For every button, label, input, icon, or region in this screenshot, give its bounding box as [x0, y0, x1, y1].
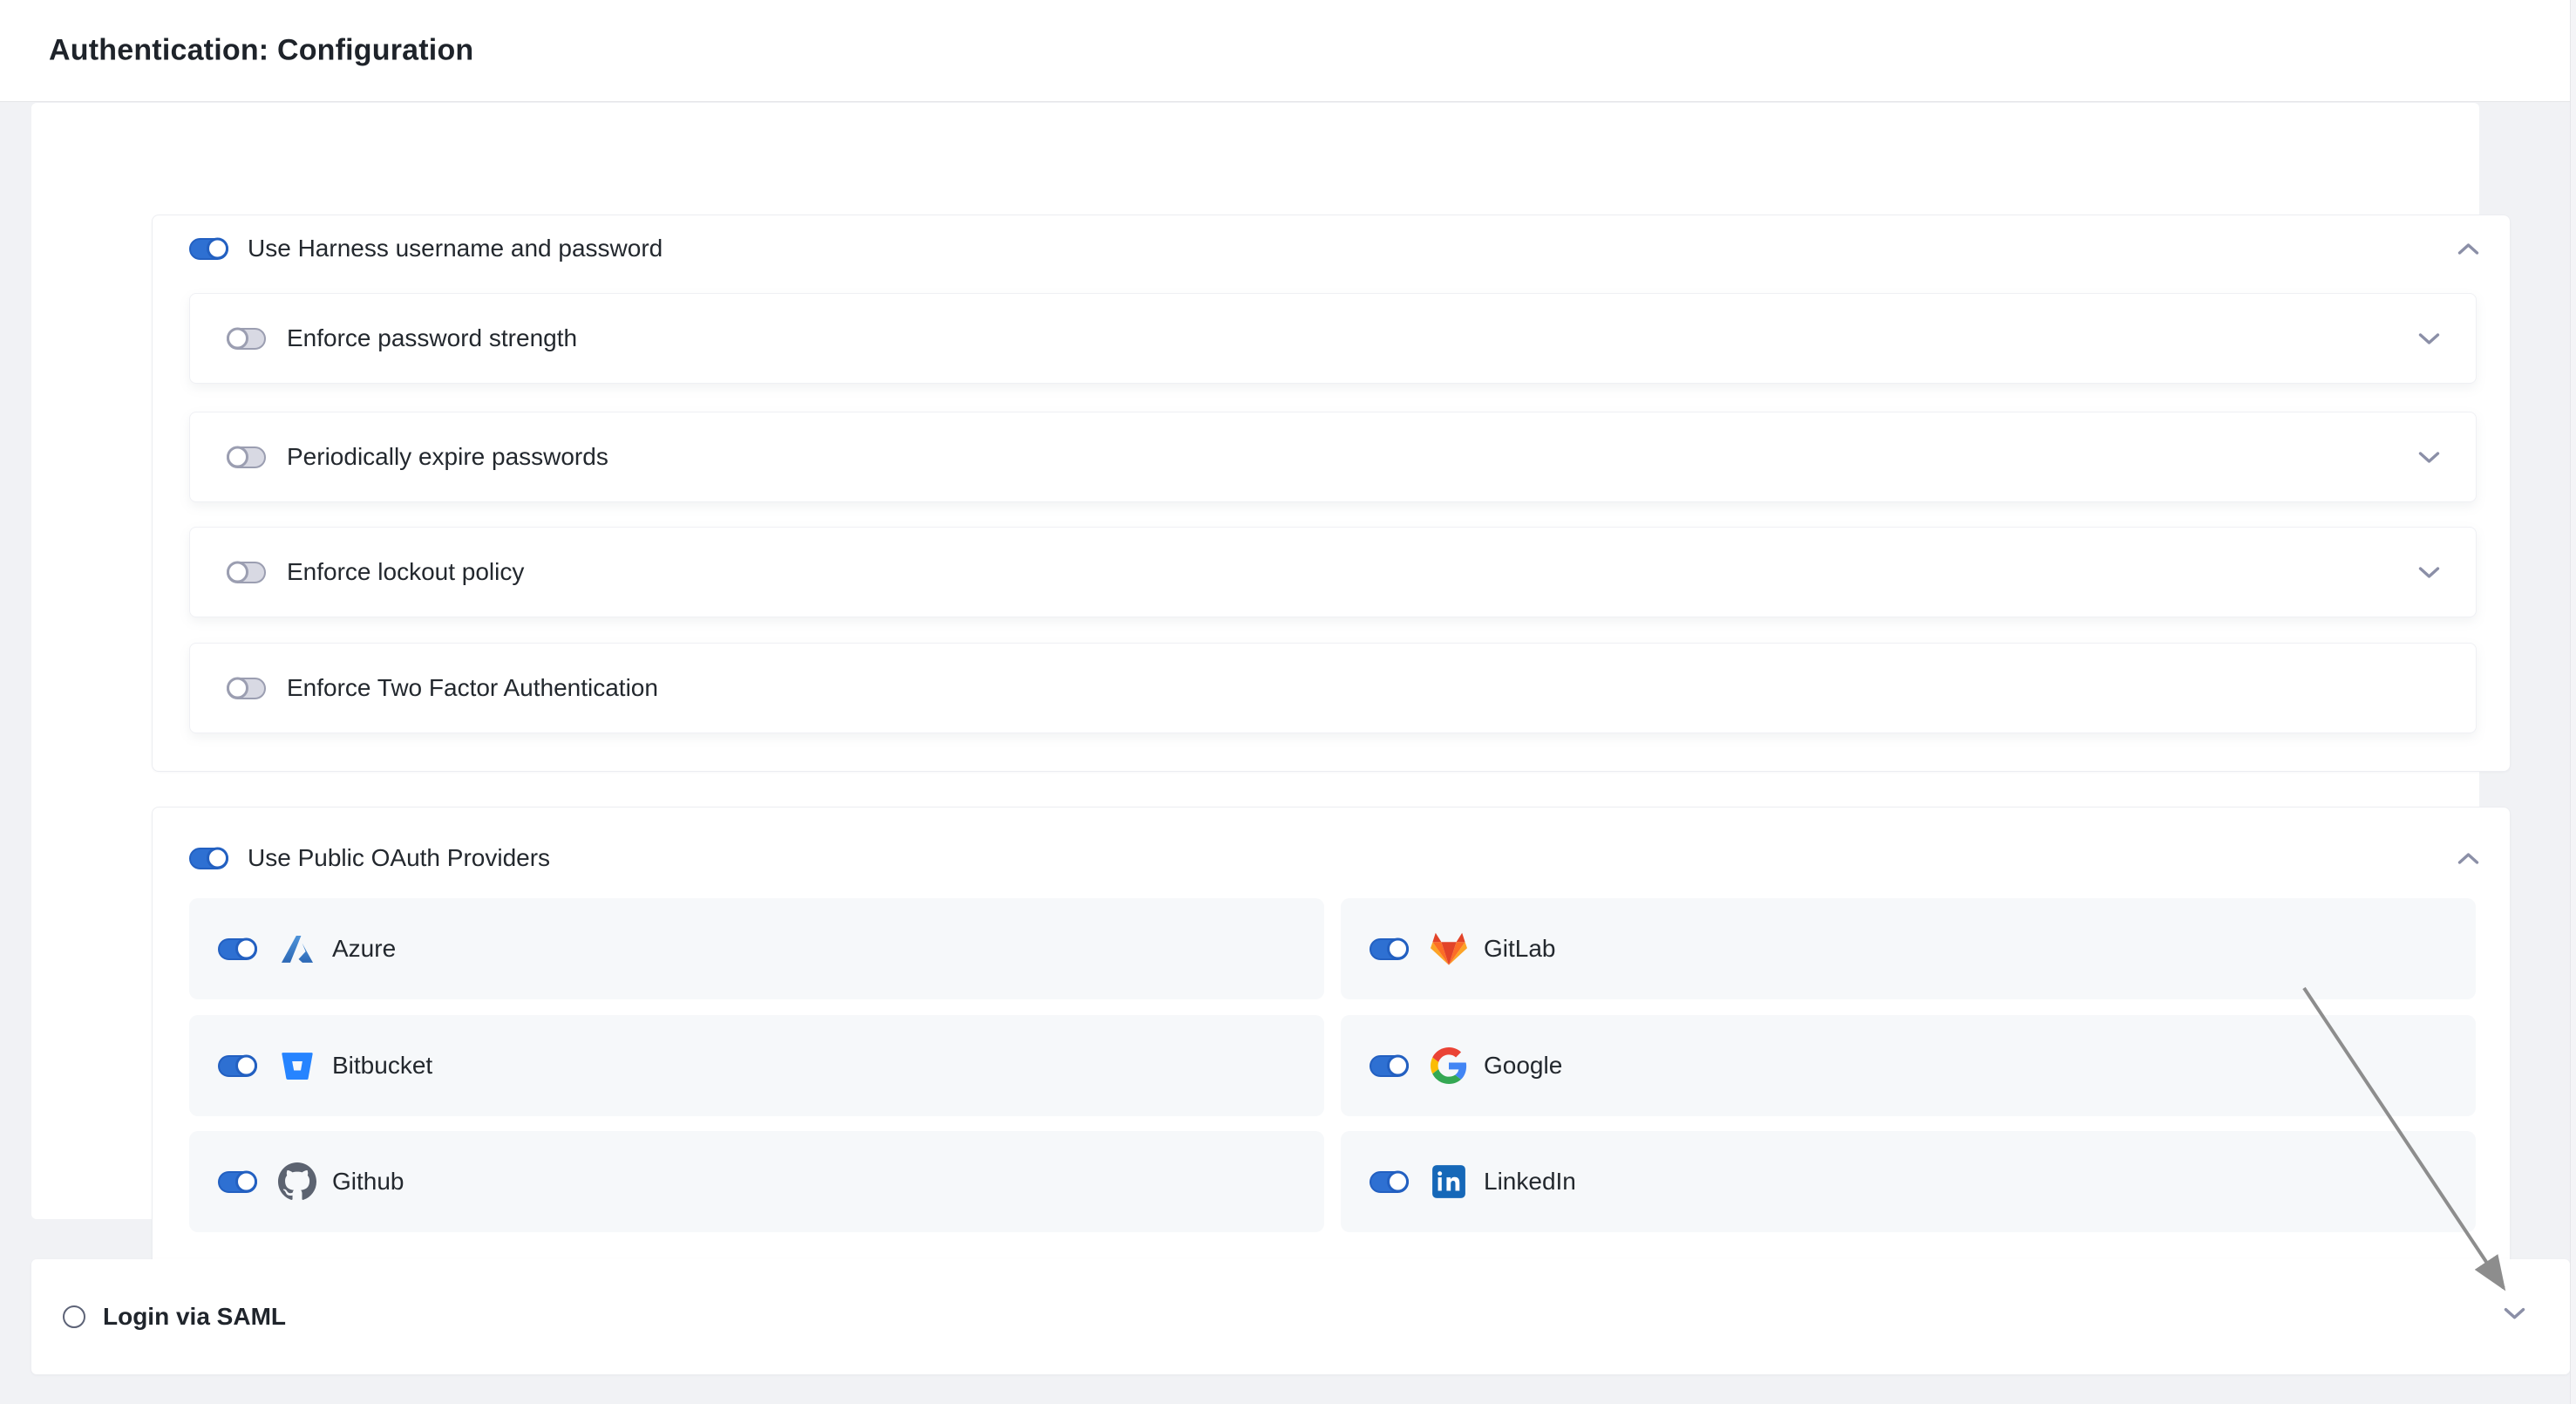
provider-label: Bitbucket [332, 1052, 432, 1080]
harness-login-toggle[interactable] [189, 238, 228, 260]
password-expiry-expand-button[interactable] [2411, 441, 2446, 473]
toggle-knob [207, 848, 228, 869]
page-header: Authentication: Configuration [0, 0, 2576, 102]
provider-row-bitbucket: Bitbucket [189, 1015, 1324, 1116]
oauth-header: Use Public OAuth Providers [189, 836, 550, 880]
two-factor-label: Enforce Two Factor Authentication [287, 674, 658, 702]
two-factor-toggle[interactable] [227, 678, 266, 699]
lockout-policy-expand-button[interactable] [2411, 556, 2446, 588]
provider-row-azure: Azure [189, 898, 1324, 999]
provider-label: Google [1484, 1052, 1562, 1080]
linkedin-toggle[interactable] [1370, 1171, 1409, 1193]
toggle-knob [235, 1055, 257, 1077]
toggle-knob [227, 446, 248, 468]
toggle-knob [207, 238, 228, 260]
harness-login-header: Use Harness username and password [189, 227, 663, 270]
provider-row-github: Github [189, 1131, 1324, 1232]
provider-label: LinkedIn [1484, 1168, 1576, 1196]
azure-icon [276, 928, 318, 970]
password-expiry-toggle[interactable] [227, 446, 266, 468]
chevron-down-icon [2417, 565, 2441, 580]
github-toggle[interactable] [218, 1171, 257, 1193]
lockout-policy-label: Enforce lockout policy [287, 558, 524, 586]
toggle-knob [227, 678, 248, 699]
chevron-down-icon [2503, 1305, 2526, 1320]
two-factor-row: Enforce Two Factor Authentication [189, 643, 2477, 733]
password-expiry-row: Periodically expire passwords [189, 412, 2477, 502]
google-icon [1428, 1045, 1470, 1087]
page-title: Authentication: Configuration [49, 34, 473, 68]
saml-login-section: Login via SAML [31, 1259, 2570, 1374]
toggle-knob [227, 562, 248, 583]
provider-label: Github [332, 1168, 404, 1196]
bitbucket-icon [276, 1045, 318, 1087]
oauth-providers-section: Use Public OAuth Providers Azur [152, 807, 2511, 1271]
toggle-knob [1387, 1055, 1409, 1077]
chevron-down-icon [2417, 331, 2441, 346]
chevron-up-icon [2457, 242, 2480, 256]
harness-login-label: Use Harness username and password [248, 235, 663, 262]
gitlab-toggle[interactable] [1370, 938, 1409, 960]
oauth-label: Use Public OAuth Providers [248, 844, 550, 872]
password-strength-toggle[interactable] [227, 328, 266, 350]
bitbucket-toggle[interactable] [218, 1055, 257, 1077]
saml-expand-button[interactable] [2497, 1298, 2532, 1329]
password-expiry-label: Periodically expire passwords [287, 443, 608, 471]
toggle-knob [1387, 1171, 1409, 1193]
toggle-knob [227, 328, 248, 350]
harness-collapse-button[interactable] [2450, 233, 2485, 264]
lockout-policy-row: Enforce lockout policy [189, 527, 2477, 617]
saml-label: Login via SAML [103, 1303, 286, 1331]
provider-label: Azure [332, 935, 396, 963]
harness-login-section: Use Harness username and password Enforc… [152, 215, 2511, 772]
page-scrollbar[interactable] [2570, 0, 2576, 1404]
linkedin-icon [1428, 1161, 1470, 1203]
chevron-up-icon [2457, 851, 2480, 866]
provider-label: GitLab [1484, 935, 1556, 963]
password-strength-expand-button[interactable] [2411, 323, 2446, 354]
password-strength-label: Enforce password strength [287, 324, 577, 352]
oauth-toggle[interactable] [189, 848, 228, 869]
oauth-collapse-button[interactable] [2450, 842, 2485, 874]
password-strength-row: Enforce password strength [189, 293, 2477, 384]
provider-row-gitlab: GitLab [1341, 898, 2476, 999]
lockout-policy-toggle[interactable] [227, 562, 266, 583]
google-toggle[interactable] [1370, 1055, 1409, 1077]
auth-settings-panel: Use Harness username and password Enforc… [31, 103, 2479, 1219]
chevron-down-icon [2417, 450, 2441, 465]
authentication-configuration-page: Authentication: Configuration Use Harnes… [0, 0, 2576, 1404]
toggle-knob [235, 938, 257, 960]
github-icon [276, 1161, 318, 1203]
toggle-knob [1387, 938, 1409, 960]
gitlab-icon [1428, 928, 1470, 970]
provider-row-google: Google [1341, 1015, 2476, 1116]
provider-row-linkedin: LinkedIn [1341, 1131, 2476, 1232]
azure-toggle[interactable] [218, 938, 257, 960]
toggle-knob [235, 1171, 257, 1193]
saml-radio[interactable] [63, 1305, 85, 1328]
